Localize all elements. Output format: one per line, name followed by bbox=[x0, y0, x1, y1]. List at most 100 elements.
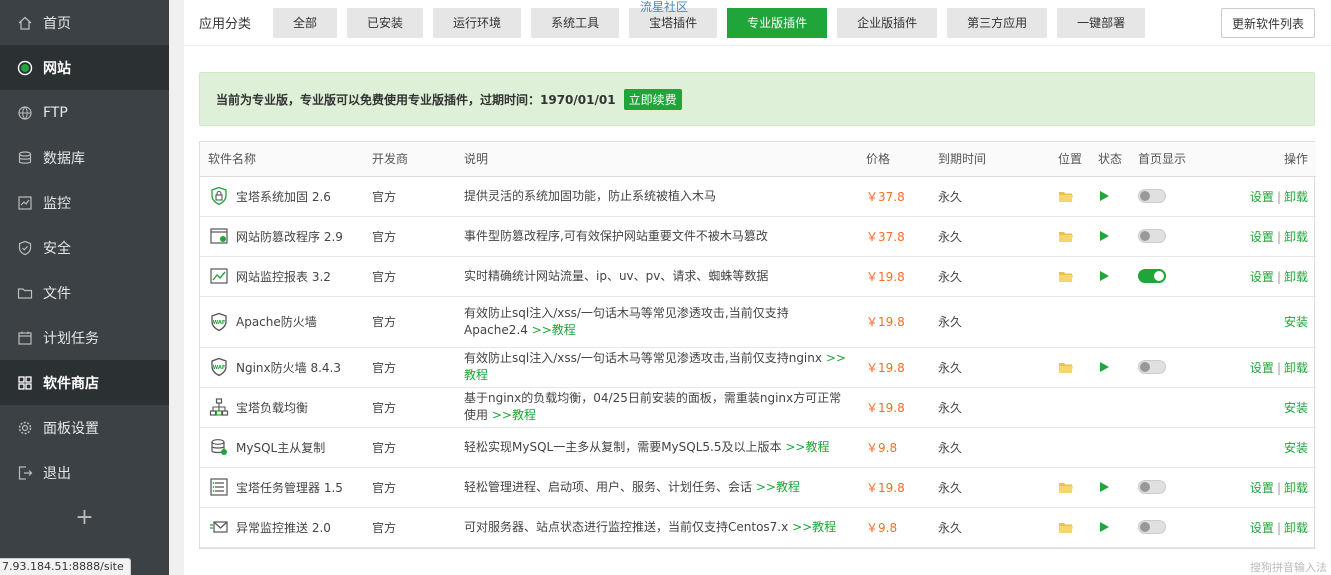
table-row: 宝塔系统加固 2.6 官方 提供灵活的系统加固功能，防止系统被植入木马 ￥37.8 永久… bbox=[200, 176, 1316, 217]
developer-cell: 官方 bbox=[364, 176, 456, 217]
description-cell: 有效防止sql注入/xss/一句话木马等常见渗透攻击,当前仅支持nginx >>… bbox=[456, 347, 858, 388]
install-link[interactable]: 安装 bbox=[1284, 401, 1308, 415]
category-tab-6[interactable]: 企业版插件 bbox=[837, 7, 938, 38]
column-header-1: 开发商 bbox=[364, 142, 456, 177]
tutorial-link[interactable]: >>教程 bbox=[785, 440, 829, 454]
sidebar-item-8[interactable]: 软件商店 bbox=[0, 360, 169, 405]
tutorial-link[interactable]: >>教程 bbox=[756, 480, 800, 494]
sidebar-item-0[interactable]: 首页 bbox=[0, 0, 169, 45]
renew-button[interactable]: 立即续费 bbox=[623, 88, 682, 110]
home-display-toggle[interactable] bbox=[1138, 520, 1166, 534]
play-icon[interactable] bbox=[1098, 230, 1130, 242]
home-display-toggle[interactable] bbox=[1138, 229, 1166, 243]
category-tab-7[interactable]: 第三方应用 bbox=[947, 7, 1048, 38]
ime-indicator: 搜狗拼音输入法 bbox=[1250, 561, 1327, 574]
play-icon[interactable] bbox=[1098, 270, 1130, 282]
location-cell bbox=[1050, 467, 1090, 508]
settings-link[interactable]: 设置 bbox=[1250, 270, 1274, 284]
tutorial-link[interactable]: >>教程 bbox=[492, 408, 536, 422]
software-name: MySQL主从复制 bbox=[236, 440, 326, 455]
install-link[interactable]: 安装 bbox=[1284, 315, 1308, 329]
folder-icon[interactable] bbox=[1058, 481, 1090, 494]
play-icon[interactable] bbox=[1098, 361, 1130, 373]
status-cell bbox=[1090, 296, 1130, 348]
ftp-icon bbox=[17, 105, 33, 121]
description-cell: 轻松管理进程、启动项、用户、服务、计划任务、会话 >>教程 bbox=[456, 467, 858, 508]
main-content: 应用分类 全部 已安装 运行环境 系统工具 宝塔插件 专业版插件 企业版插件 第三方应用 一键部… bbox=[184, 0, 1331, 575]
uninstall-link[interactable]: 卸载 bbox=[1284, 361, 1308, 375]
play-icon[interactable] bbox=[1098, 190, 1130, 202]
description-cell: 提供灵活的系统加固功能，防止系统被植入木马 bbox=[456, 176, 858, 217]
folder-icon[interactable] bbox=[1058, 270, 1090, 283]
sidebar-item-1[interactable]: 网站 bbox=[0, 45, 169, 90]
home-display-toggle[interactable] bbox=[1138, 189, 1166, 203]
software-name: 宝塔系统加固 2.6 bbox=[236, 189, 331, 204]
table-row: 异常监控推送 2.0 官方 可对服务器、站点状态进行监控推送，当前仅支持Centos… bbox=[200, 507, 1316, 548]
category-tab-5[interactable]: 专业版插件 bbox=[727, 7, 828, 38]
location-cell bbox=[1050, 387, 1090, 428]
folder-icon[interactable] bbox=[1058, 521, 1090, 534]
sidebar-item-3[interactable]: 数据库 bbox=[0, 135, 169, 180]
location-cell bbox=[1050, 347, 1090, 388]
expire-cell: 永久 bbox=[930, 176, 1050, 217]
category-tab-3[interactable]: 系统工具 bbox=[531, 7, 620, 38]
software-name-cell: WAF Apache防火墙 bbox=[200, 296, 364, 348]
settings-link[interactable]: 设置 bbox=[1250, 361, 1274, 375]
settings-link[interactable]: 设置 bbox=[1250, 190, 1274, 204]
expire-cell: 永久 bbox=[930, 387, 1050, 428]
status-cell bbox=[1090, 216, 1130, 257]
sidebar-item-9[interactable]: 面板设置 bbox=[0, 405, 169, 450]
home-display-cell bbox=[1130, 387, 1210, 428]
install-link[interactable]: 安装 bbox=[1284, 441, 1308, 455]
category-tab-2[interactable]: 运行环境 bbox=[433, 7, 522, 38]
settings-link[interactable]: 设置 bbox=[1250, 481, 1274, 495]
status-cell bbox=[1090, 467, 1130, 508]
play-icon[interactable] bbox=[1098, 521, 1130, 533]
add-button[interactable]: + bbox=[0, 495, 169, 540]
category-tab-8[interactable]: 一键部署 bbox=[1057, 7, 1146, 38]
tutorial-link[interactable]: >>教程 bbox=[532, 323, 576, 337]
status-cell bbox=[1090, 176, 1130, 217]
table-row: 宝塔负载均衡 官方 基于nginx的负载均衡，04/25日前安装的面板，需重装ngi… bbox=[200, 387, 1316, 428]
uninstall-link[interactable]: 卸载 bbox=[1284, 270, 1308, 284]
sidebar-item-6[interactable]: 文件 bbox=[0, 270, 169, 315]
sidebar-item-7[interactable]: 计划任务 bbox=[0, 315, 169, 360]
home-display-toggle[interactable] bbox=[1138, 480, 1166, 494]
folder-icon[interactable] bbox=[1058, 361, 1090, 374]
uninstall-link[interactable]: 卸载 bbox=[1284, 521, 1308, 535]
settings-link[interactable]: 设置 bbox=[1250, 230, 1274, 244]
play-icon[interactable] bbox=[1098, 481, 1130, 493]
home-display-toggle[interactable] bbox=[1138, 360, 1166, 374]
folder-icon[interactable] bbox=[1058, 190, 1090, 203]
price-cell: ￥19.8 bbox=[858, 387, 930, 428]
uninstall-link[interactable]: 卸载 bbox=[1284, 190, 1308, 204]
sidebar-item-5[interactable]: 安全 bbox=[0, 225, 169, 270]
uninstall-link[interactable]: 卸载 bbox=[1284, 481, 1308, 495]
developer-cell: 官方 bbox=[364, 256, 456, 297]
lock-shield-icon bbox=[208, 185, 230, 207]
operations-cell: 设置 | 卸载 bbox=[1210, 176, 1316, 217]
description-text: 有效防止sql注入/xss/一句话木马等常见渗透攻击,当前仅支持Apache2.… bbox=[464, 305, 789, 337]
settings-link[interactable]: 设置 bbox=[1250, 521, 1274, 535]
category-tab-1[interactable]: 已安装 bbox=[347, 7, 424, 38]
sidebar-item-4[interactable]: 监控 bbox=[0, 180, 169, 225]
home-display-cell bbox=[1130, 176, 1210, 217]
refresh-software-list-button[interactable]: 更新软件列表 bbox=[1220, 8, 1315, 38]
category-tab-0[interactable]: 全部 bbox=[273, 7, 338, 38]
waf-icon: WAF bbox=[208, 356, 230, 378]
description-cell: 实时精确统计网站流量、ip、uv、pv、请求、蜘蛛等数据 bbox=[456, 256, 858, 297]
price-cell: ￥19.8 bbox=[858, 467, 930, 508]
folder-icon[interactable] bbox=[1058, 230, 1090, 243]
sidebar-item-2[interactable]: FTP bbox=[0, 90, 169, 135]
expire-cell: 永久 bbox=[930, 216, 1050, 257]
expire-cell: 永久 bbox=[930, 347, 1050, 388]
uninstall-link[interactable]: 卸载 bbox=[1284, 230, 1308, 244]
expire-cell: 永久 bbox=[930, 467, 1050, 508]
operations-cell: 设置 | 卸载 bbox=[1210, 347, 1316, 388]
tutorial-link[interactable]: >>教程 bbox=[792, 520, 836, 534]
home-display-toggle[interactable] bbox=[1138, 269, 1166, 283]
price-cell: ￥37.8 bbox=[858, 176, 930, 217]
sidebar-item-10[interactable]: 退出 bbox=[0, 450, 169, 495]
price-cell: ￥9.8 bbox=[858, 427, 930, 468]
table-row: WAF Nginx防火墙 8.4.3 官方 有效防止sql注入/xss/一句话木马等常… bbox=[200, 347, 1316, 388]
